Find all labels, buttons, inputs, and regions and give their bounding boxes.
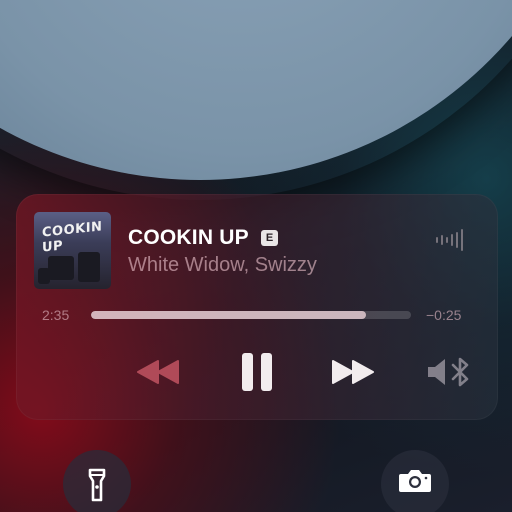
now-playing-widget[interactable]: COOKIN UP COOKIN UP E White Widow, Swizz… — [16, 194, 498, 420]
audio-output-button[interactable] — [426, 354, 474, 390]
flashlight-icon — [88, 468, 106, 502]
artwork-figure — [48, 256, 74, 280]
artwork-figure — [38, 268, 50, 284]
track-title: COOKIN UP — [128, 226, 249, 249]
pause-icon — [242, 353, 272, 391]
progress-scrubber[interactable] — [91, 311, 411, 319]
wallpaper-disc — [0, 0, 512, 180]
waveform-icon — [436, 229, 463, 251]
rewind-icon — [137, 360, 179, 384]
artwork-figure — [78, 252, 100, 282]
remaining-time: −0:25 — [426, 307, 462, 323]
camera-button[interactable] — [381, 450, 449, 512]
progress-fill — [91, 311, 367, 319]
track-artist: White Widow, Swizzy — [128, 254, 317, 276]
explicit-badge: E — [261, 230, 278, 246]
camera-icon — [399, 470, 431, 492]
flashlight-button[interactable] — [63, 450, 131, 512]
album-artwork[interactable]: COOKIN UP — [34, 212, 111, 289]
rewind-button[interactable] — [134, 357, 182, 387]
fast-forward-icon — [332, 360, 374, 384]
artwork-text: COOKIN UP — [42, 219, 103, 256]
elapsed-time: 2:35 — [42, 307, 70, 323]
speaker-bluetooth-icon — [428, 357, 469, 387]
pause-button[interactable] — [238, 351, 276, 393]
fast-forward-button[interactable] — [329, 357, 377, 387]
